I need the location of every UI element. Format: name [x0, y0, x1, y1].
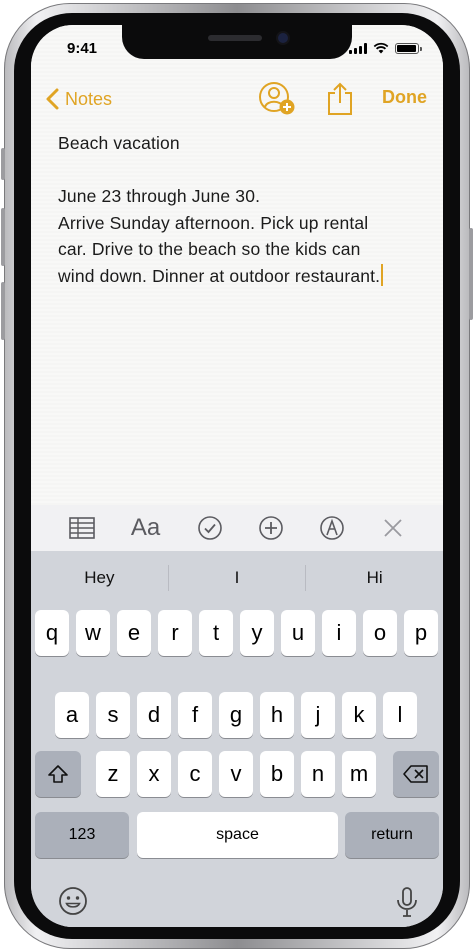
suggestion[interactable]: Hey — [31, 568, 168, 588]
wifi-icon — [373, 42, 389, 54]
key-j[interactable]: j — [301, 692, 335, 738]
markup-button[interactable] — [315, 511, 349, 545]
numbers-key[interactable]: 123 — [35, 812, 129, 858]
space-key[interactable]: space — [137, 812, 338, 858]
key-v[interactable]: v — [219, 751, 253, 797]
delete-icon — [403, 765, 428, 783]
return-key[interactable]: return — [345, 812, 439, 858]
note-line: Arrive Sunday afternoon. Pick up rental — [58, 212, 369, 233]
status-time: 9:41 — [67, 40, 98, 57]
predictive-bar: Hey I Hi — [31, 551, 443, 605]
key-e[interactable]: e — [117, 610, 151, 656]
checklist-icon — [197, 516, 222, 540]
volume-down-button — [1, 282, 5, 340]
markup-icon — [319, 516, 344, 540]
key-y[interactable]: y — [240, 610, 274, 656]
key-t[interactable]: t — [199, 610, 233, 656]
note-line-text: wind down. Dinner at outdoor restaurant. — [58, 265, 381, 286]
key-h[interactable]: h — [260, 692, 294, 738]
close-icon — [383, 519, 402, 537]
notch — [122, 25, 352, 59]
suggestion[interactable]: Hi — [306, 568, 443, 588]
key-f[interactable]: f — [178, 692, 212, 738]
key-m[interactable]: m — [342, 751, 376, 797]
earpiece — [208, 35, 262, 41]
emoji-button[interactable] — [57, 885, 89, 922]
share-icon — [328, 82, 352, 115]
dictation-button[interactable] — [395, 885, 419, 924]
done-button[interactable]: Done — [382, 87, 427, 108]
key-s[interactable]: s — [96, 692, 130, 738]
format-button[interactable]: Aa — [126, 511, 166, 545]
cellular-signal-icon — [349, 42, 367, 54]
table-icon — [68, 517, 95, 539]
key-b[interactable]: b — [260, 751, 294, 797]
checklist-button[interactable] — [193, 511, 227, 545]
key-d[interactable]: d — [137, 692, 171, 738]
mute-switch — [1, 148, 5, 180]
key-w[interactable]: w — [76, 610, 110, 656]
volume-up-button — [1, 208, 5, 266]
key-x[interactable]: x — [137, 751, 171, 797]
note-line-last: wind down. Dinner at outdoor restaurant. — [58, 263, 428, 290]
back-chevron-icon — [46, 88, 59, 110]
key-g[interactable]: g — [219, 692, 253, 738]
navigation-bar: Notes Done — [31, 81, 443, 117]
share-button[interactable] — [325, 81, 355, 122]
add-people-button[interactable] — [257, 81, 297, 122]
key-a[interactable]: a — [55, 692, 89, 738]
key-i[interactable]: i — [322, 610, 356, 656]
key-k[interactable]: k — [342, 692, 376, 738]
microphone-icon — [397, 887, 417, 917]
key-p[interactable]: p — [404, 610, 438, 656]
suggestion[interactable]: I — [169, 568, 306, 588]
shift-key[interactable] — [35, 751, 81, 797]
side-button — [469, 228, 473, 320]
back-button[interactable]: Notes — [43, 85, 112, 113]
front-camera — [278, 33, 288, 43]
key-z[interactable]: z — [96, 751, 130, 797]
text-cursor — [381, 263, 384, 286]
key-r[interactable]: r — [158, 610, 192, 656]
note-line: car. Drive to the beach so the kids can — [58, 239, 361, 259]
shift-icon — [48, 765, 68, 783]
battery-icon — [395, 42, 422, 54]
key-o[interactable]: o — [363, 610, 397, 656]
plus-circle-icon — [258, 516, 283, 540]
note-title: Beach vacation — [58, 133, 180, 153]
table-button[interactable] — [65, 511, 99, 545]
back-label: Notes — [65, 88, 113, 109]
key-c[interactable]: c — [178, 751, 212, 797]
screen: 9:41 Notes Done Beach vacation June 23 t… — [31, 25, 443, 927]
keyboard: Hey I Hi q w e r t y u i o p a s d f g h… — [31, 551, 443, 927]
note-line: June 23 through June 30. — [58, 186, 261, 206]
add-button[interactable] — [254, 511, 288, 545]
delete-key[interactable] — [393, 751, 439, 797]
note-body[interactable]: Beach vacation June 23 through June 30. … — [58, 130, 428, 289]
key-u[interactable]: u — [281, 610, 315, 656]
key-l[interactable]: l — [383, 692, 417, 738]
status-icons — [349, 41, 422, 55]
key-q[interactable]: q — [35, 610, 69, 656]
close-toolbar-button[interactable] — [376, 511, 410, 545]
emoji-icon — [59, 887, 87, 915]
format-toolbar: Aa — [31, 505, 443, 551]
key-n[interactable]: n — [301, 751, 335, 797]
add-person-icon — [259, 82, 295, 115]
